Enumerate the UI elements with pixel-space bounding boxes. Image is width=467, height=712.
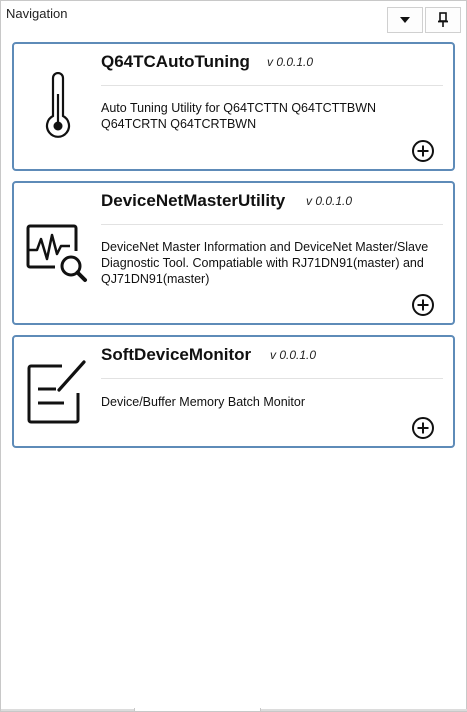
monitor-search-icon <box>26 224 87 282</box>
add-circle-icon[interactable] <box>411 139 435 163</box>
thermometer-icon <box>45 72 71 138</box>
edit-document-icon <box>27 360 86 424</box>
tool-name: DeviceNetMasterUtility <box>101 191 286 210</box>
navigation-panel: Navigation Q64TCAutoTuning v 0.0.1.0 Aut… <box>0 0 467 712</box>
tool-description: DeviceNet Master Information and DeviceN… <box>101 240 429 286</box>
tool-name: SoftDeviceMonitor <box>101 345 252 364</box>
add-circle-icon[interactable] <box>411 416 435 440</box>
panel-title: Navigation <box>6 6 68 21</box>
pin-icon <box>438 12 448 27</box>
add-circle-icon[interactable] <box>411 293 435 317</box>
pin-button[interactable] <box>425 7 461 33</box>
separator <box>101 224 443 225</box>
tool-version: v 0.0.1.0 <box>267 55 314 69</box>
tool-version: v 0.0.1.0 <box>270 348 317 362</box>
tool-description: Auto Tuning Utility for Q64TCTTN Q64TCTT… <box>101 101 377 131</box>
tool-card-devicenetmasterutility[interactable]: DeviceNetMasterUtility v 0.0.1.0 DeviceN… <box>12 181 455 325</box>
tool-name: Q64TCAutoTuning <box>101 52 250 71</box>
bottom-tab[interactable] <box>134 708 261 711</box>
separator <box>101 85 443 86</box>
chevron-down-icon <box>400 17 410 23</box>
tool-version: v 0.0.1.0 <box>306 194 353 208</box>
tool-description: Device/Buffer Memory Batch Monitor <box>101 395 306 409</box>
dropdown-button[interactable] <box>387 7 423 33</box>
tool-card-q64tcautotuning[interactable]: Q64TCAutoTuning v 0.0.1.0 Auto Tuning Ut… <box>12 42 455 171</box>
tool-card-softdevicemonitor[interactable]: SoftDeviceMonitor v 0.0.1.0 Device/Buffe… <box>12 335 455 448</box>
separator <box>101 378 443 379</box>
